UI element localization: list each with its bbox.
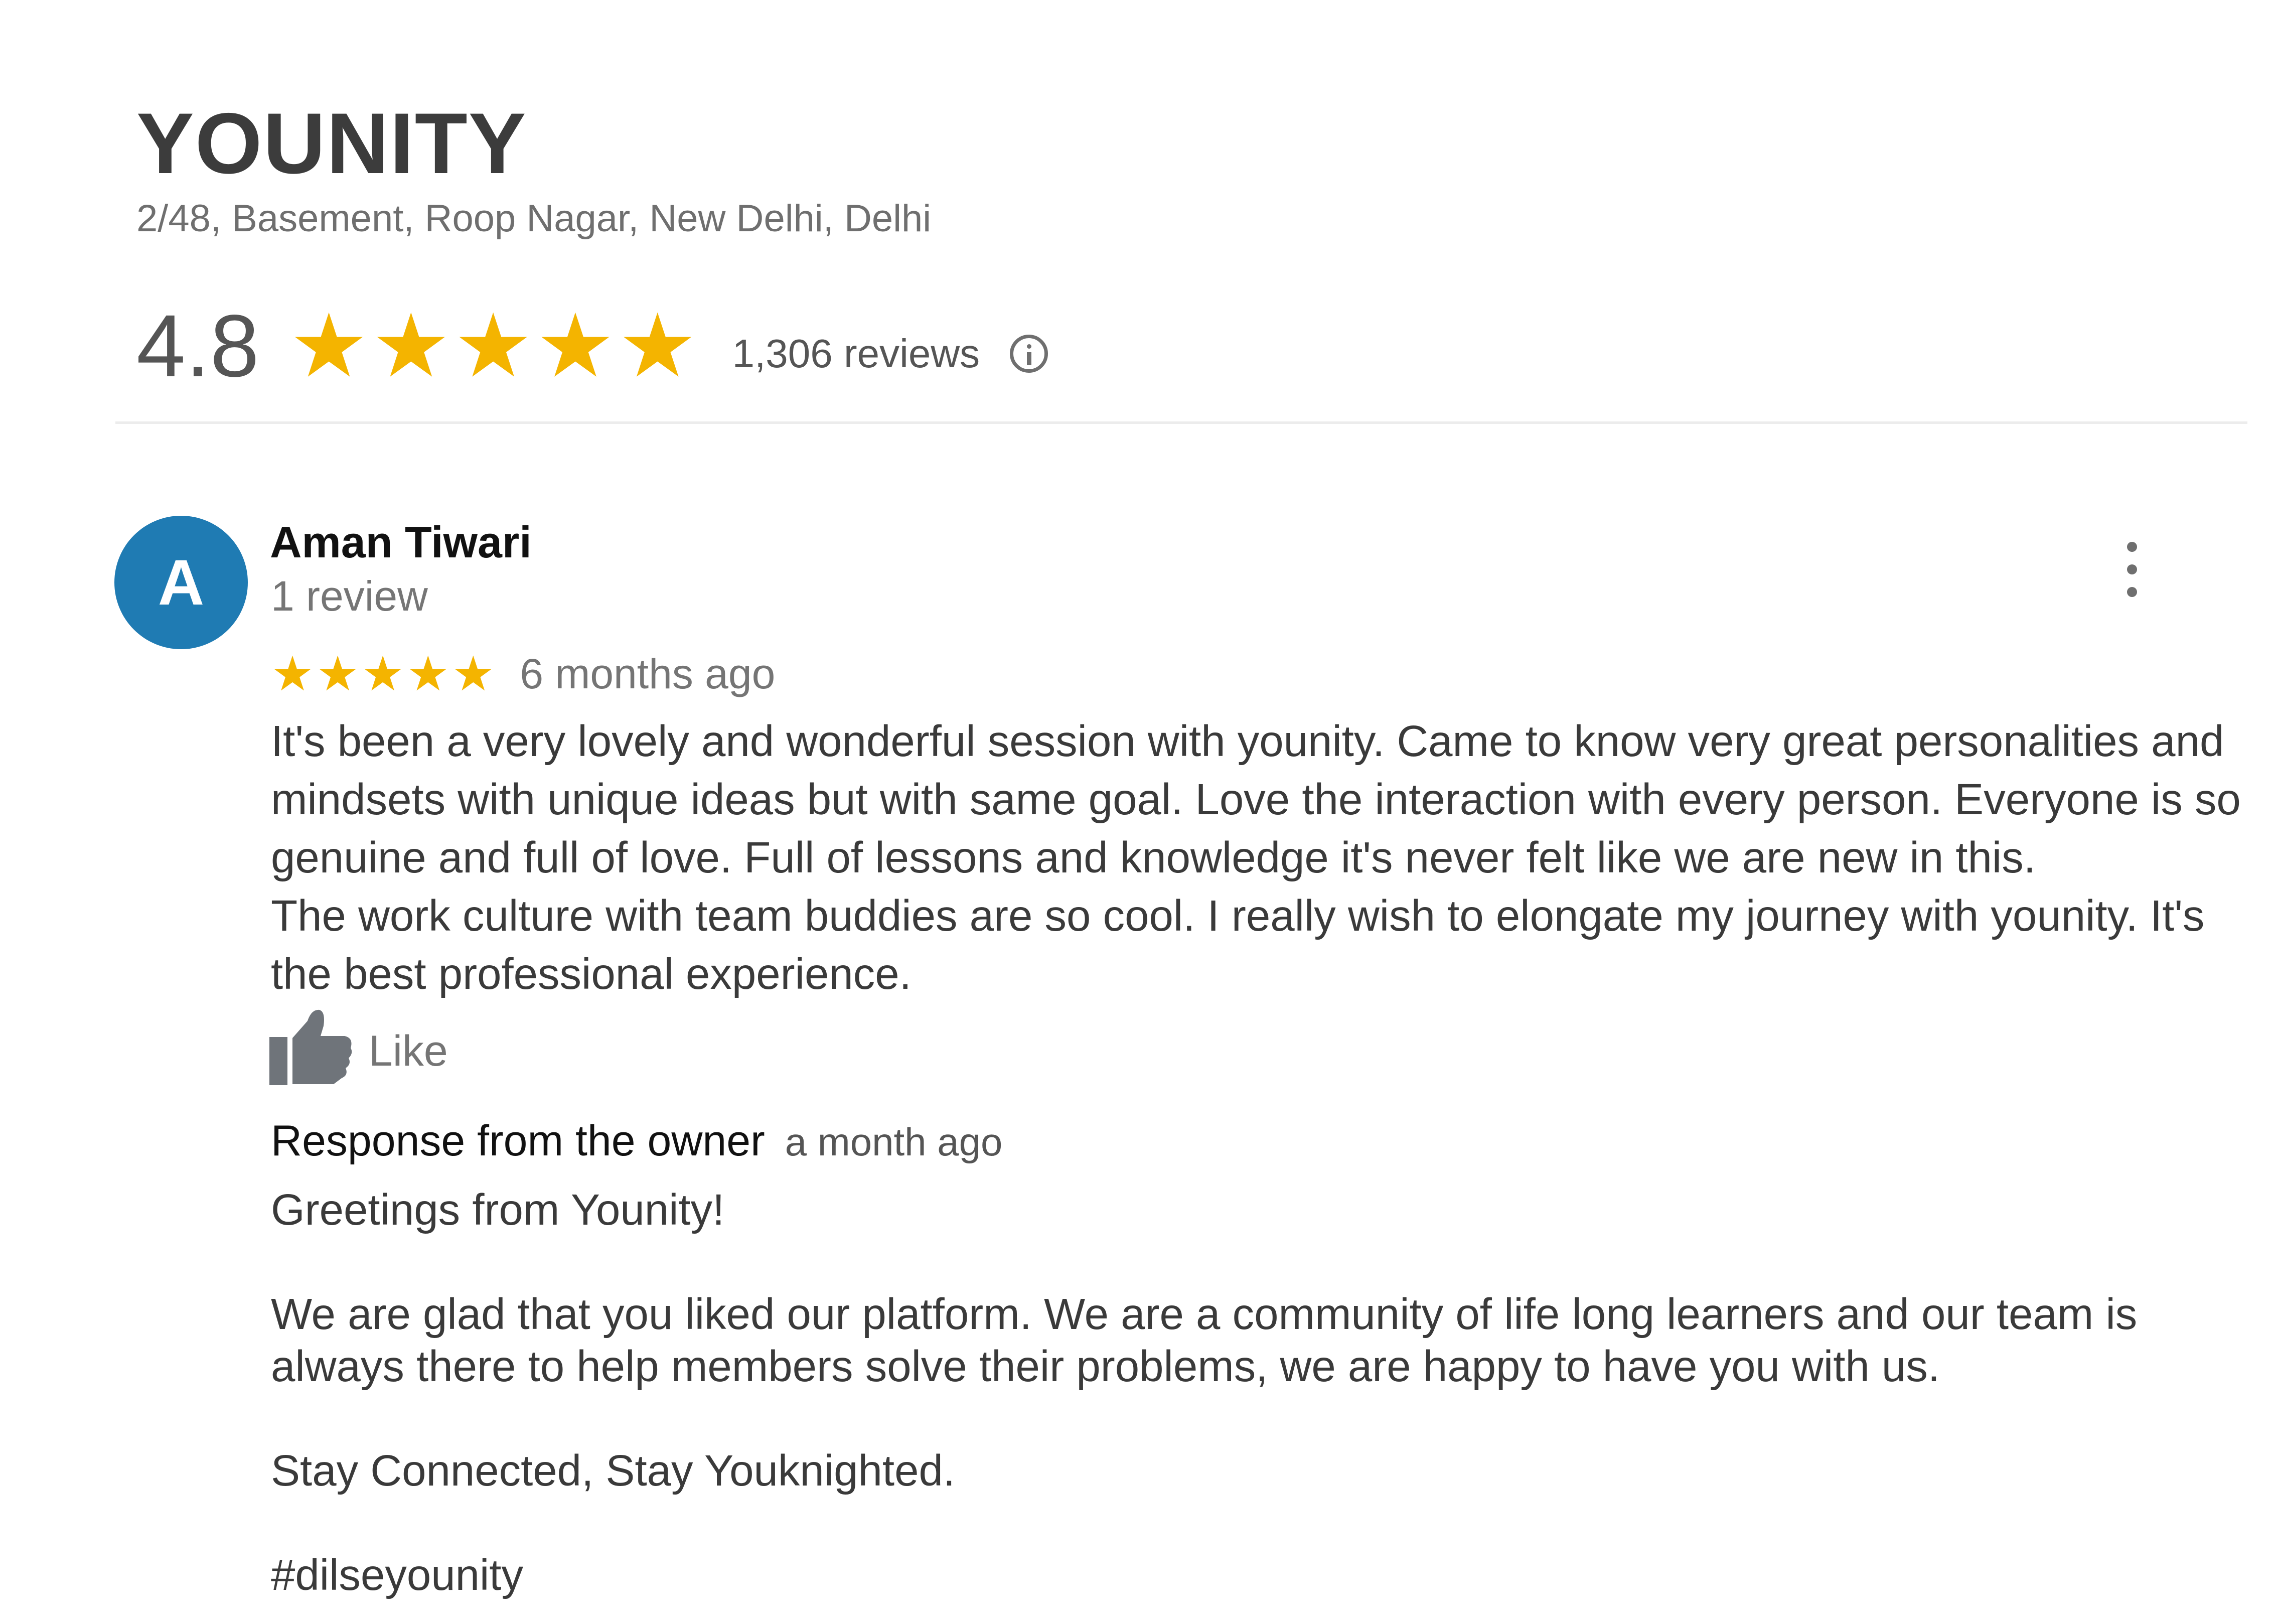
business-name: YOUNITY <box>136 95 527 192</box>
review-text: It's been a very lovely and wonderful se… <box>271 712 2272 1003</box>
star-icon: ★ <box>406 647 450 701</box>
star-icon: ★ <box>451 647 495 701</box>
review-paragraph: It's been a very lovely and wonderful se… <box>271 717 2241 882</box>
more-dot <box>2127 587 2137 597</box>
reviews-count-link[interactable]: 1,306 reviews <box>732 331 980 377</box>
more-dot <box>2127 542 2137 552</box>
business-address: 2/48, Basement, Roop Nagar, New Delhi, D… <box>136 197 932 240</box>
response-paragraph: Stay Connected, Stay Youknighted. <box>271 1446 956 1495</box>
review-stars: ★ ★ ★ ★ ★ <box>271 650 495 698</box>
star-icon: ★ <box>361 647 405 701</box>
response-paragraph: We are glad that you liked our platform.… <box>271 1290 2138 1391</box>
like-label: Like <box>369 1026 448 1075</box>
divider <box>115 421 2247 424</box>
review-paragraph: The work culture with team buddies are s… <box>271 892 2205 998</box>
owner-response-time: a month ago <box>785 1120 1003 1164</box>
review-rating: ★ ★ ★ ★ ★ 6 months ago <box>271 650 775 698</box>
review-time: 6 months ago <box>520 650 776 697</box>
review-page: YOUNITY 2/48, Basement, Roop Nagar, New … <box>0 0 2275 1624</box>
owner-response-text: Greetings from Younity! We are glad that… <box>271 1184 2227 1624</box>
owner-response-title: Response from the owner <box>271 1117 765 1165</box>
thumbs-up-icon <box>269 1009 352 1085</box>
rating-value: 4.8 <box>136 297 259 395</box>
star-icon: ★ <box>371 297 451 395</box>
star-icon: ★ <box>536 297 615 395</box>
overall-stars: ★ ★ ★ ★ ★ <box>289 302 697 390</box>
response-paragraph: #dilseyounity <box>271 1551 523 1599</box>
overall-rating: 4.8 ★ ★ ★ ★ ★ 1,306 reviews <box>136 296 1048 396</box>
response-paragraph: Greetings from Younity! <box>271 1186 725 1234</box>
star-icon: ★ <box>316 647 360 701</box>
owner-response-header: Response from the owner a month ago <box>271 1116 1002 1166</box>
more-dot <box>2127 564 2137 574</box>
info-icon[interactable] <box>1010 335 1048 373</box>
more-vert-icon[interactable] <box>2122 542 2142 597</box>
star-icon: ★ <box>289 297 369 395</box>
star-icon: ★ <box>453 297 533 395</box>
star-icon: ★ <box>271 647 315 701</box>
reviewer-review-count: 1 review <box>271 572 428 620</box>
avatar[interactable]: A <box>114 516 248 649</box>
reviewer-name[interactable]: Aman Tiwari <box>270 517 532 568</box>
star-icon: ★ <box>618 297 697 395</box>
business-header: YOUNITY 2/48, Basement, Roop Nagar, New … <box>136 100 931 240</box>
like-button[interactable]: Like <box>268 1006 448 1086</box>
